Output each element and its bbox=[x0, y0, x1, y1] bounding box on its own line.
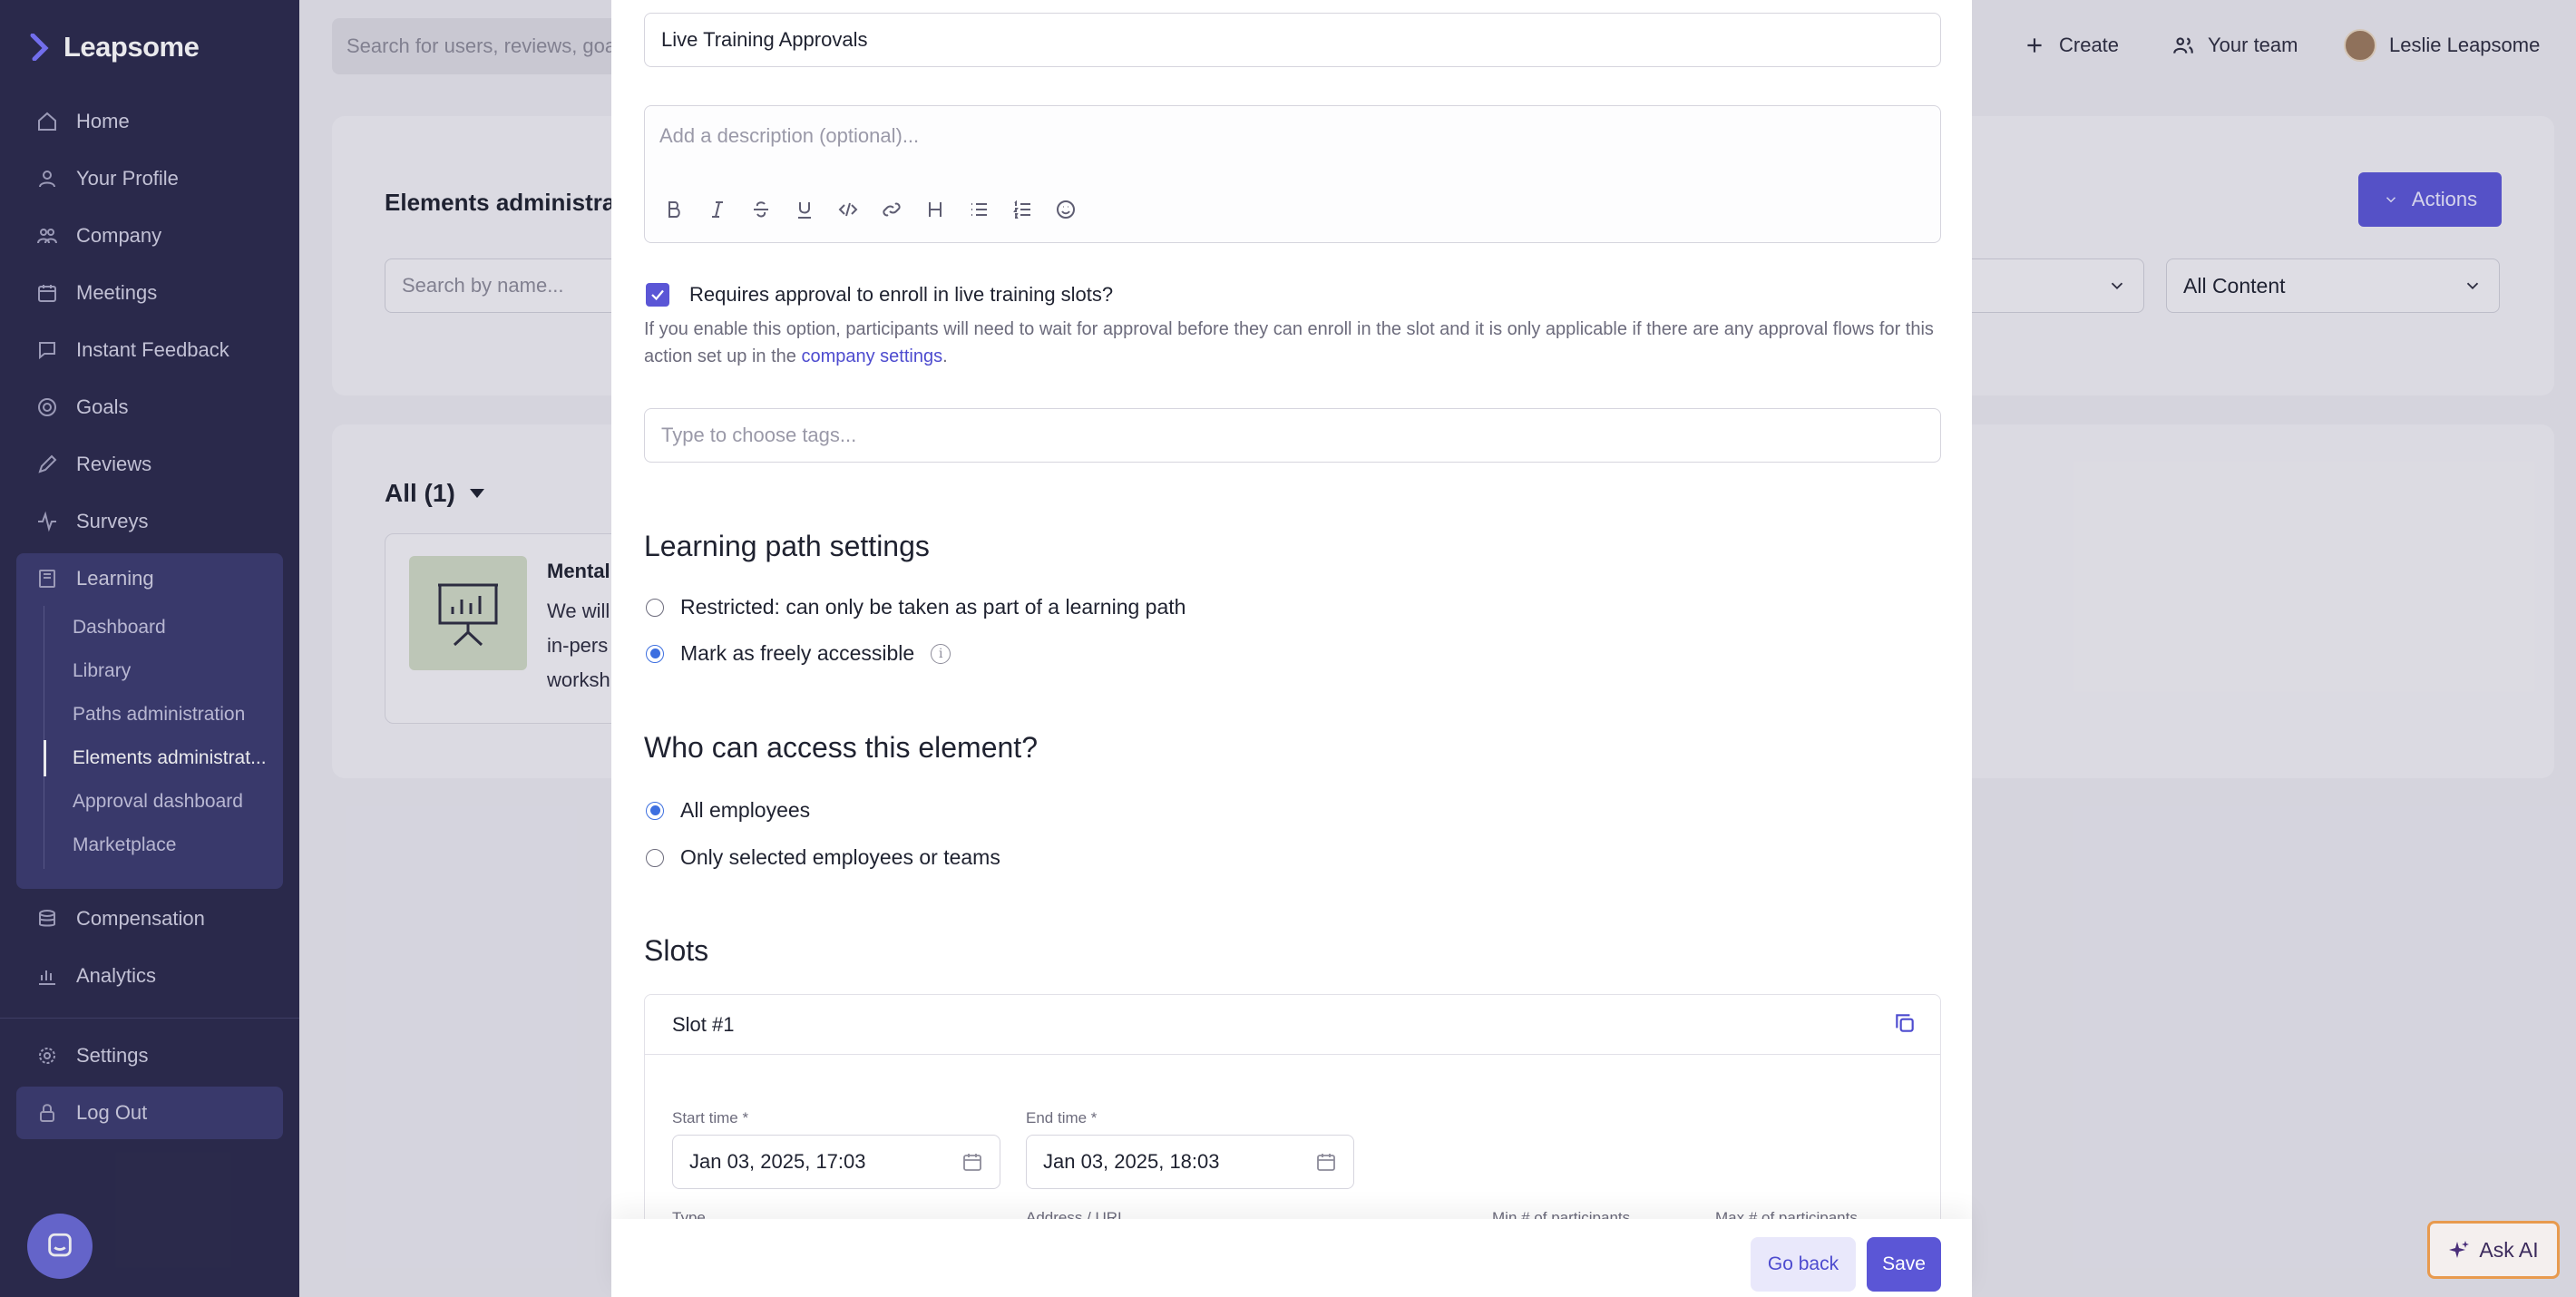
code-button[interactable] bbox=[832, 193, 864, 226]
start-time-value: Jan 03, 2025, 17:03 bbox=[689, 1150, 866, 1173]
access-selected-label: Only selected employees or teams bbox=[680, 845, 1000, 869]
emoji-icon bbox=[1057, 200, 1075, 219]
company-settings-link[interactable]: company settings bbox=[801, 346, 942, 366]
element-editor-modal: Live Training Approvals Add a descriptio… bbox=[611, 0, 1972, 1297]
bold-button[interactable] bbox=[658, 193, 690, 226]
link-button[interactable] bbox=[875, 193, 908, 226]
ask-ai-button[interactable]: Ask AI bbox=[2427, 1221, 2560, 1279]
heading-icon bbox=[929, 202, 942, 217]
requires-approval-label: Requires approval to enroll in live trai… bbox=[689, 283, 1114, 306]
lp-free-label: Mark as freely accessible bbox=[680, 641, 915, 665]
approval-help-text: If you enable this option, participants … bbox=[644, 316, 1950, 370]
italic-icon bbox=[712, 201, 723, 218]
code-icon bbox=[838, 202, 858, 217]
save-button[interactable]: Save bbox=[1867, 1237, 1941, 1292]
end-time-input[interactable]: Jan 03, 2025, 18:03 bbox=[1026, 1135, 1354, 1189]
access-selected-radio[interactable] bbox=[646, 848, 664, 867]
strikethrough-button[interactable] bbox=[745, 193, 777, 226]
bullet-list-icon bbox=[971, 203, 987, 216]
bullet-list-button[interactable] bbox=[962, 193, 995, 226]
copy-icon bbox=[1896, 1014, 1914, 1032]
description-editor[interactable]: Add a description (optional)... bbox=[644, 105, 1941, 243]
slot-title: Slot #1 bbox=[672, 1013, 735, 1036]
requires-approval-checkbox[interactable] bbox=[646, 283, 669, 307]
numbered-list-icon bbox=[1013, 200, 1030, 219]
help-text-part: . bbox=[942, 346, 948, 366]
access-selected-option[interactable]: Only selected employees or teams bbox=[646, 845, 1000, 870]
calendar-icon[interactable] bbox=[961, 1151, 983, 1173]
access-all-option[interactable]: All employees bbox=[646, 798, 810, 823]
lp-free-radio[interactable] bbox=[646, 644, 664, 663]
lp-restricted-option[interactable]: Restricted: can only be taken as part of… bbox=[646, 595, 1186, 619]
italic-button[interactable] bbox=[701, 193, 734, 226]
end-time-value: Jan 03, 2025, 18:03 bbox=[1043, 1150, 1220, 1173]
heading-button[interactable] bbox=[919, 193, 951, 226]
underline-button[interactable] bbox=[788, 193, 821, 226]
ask-ai-label: Ask AI bbox=[2479, 1237, 2539, 1262]
access-heading: Who can access this element? bbox=[644, 731, 1038, 764]
strikethrough-icon bbox=[754, 201, 768, 218]
underline-icon bbox=[798, 202, 811, 219]
access-all-radio[interactable] bbox=[646, 801, 664, 820]
learning-path-heading: Learning path settings bbox=[644, 530, 930, 562]
lp-restricted-radio[interactable] bbox=[646, 598, 664, 617]
description-placeholder: Add a description (optional)... bbox=[659, 124, 920, 147]
sparkle-icon bbox=[2449, 1241, 2470, 1258]
slot-header: Slot #1 bbox=[645, 995, 1940, 1055]
calendar-icon[interactable] bbox=[1315, 1151, 1337, 1173]
lp-free-option[interactable]: Mark as freely accessible i bbox=[646, 641, 951, 666]
start-time-label: Start time * bbox=[672, 1109, 749, 1126]
emoji-button[interactable] bbox=[1049, 193, 1082, 226]
duplicate-slot-button[interactable] bbox=[1893, 1011, 1917, 1039]
numbered-list-button[interactable] bbox=[1006, 193, 1039, 226]
access-all-label: All employees bbox=[680, 798, 811, 822]
link-icon bbox=[883, 202, 901, 217]
slots-heading: Slots bbox=[644, 934, 709, 967]
go-back-button[interactable]: Go back bbox=[1751, 1237, 1856, 1292]
lp-restricted-label: Restricted: can only be taken as part of… bbox=[680, 595, 1186, 619]
title-input[interactable]: Live Training Approvals bbox=[644, 13, 1941, 67]
modal-footer: Go back Save bbox=[611, 1219, 1972, 1297]
bold-icon bbox=[668, 201, 680, 218]
end-time-label: End time * bbox=[1026, 1109, 1098, 1126]
tags-input[interactable]: Type to choose tags... bbox=[644, 408, 1941, 463]
start-time-input[interactable]: Jan 03, 2025, 17:03 bbox=[672, 1135, 1000, 1189]
checkmark-icon bbox=[651, 289, 664, 301]
info-icon[interactable]: i bbox=[931, 643, 951, 664]
format-toolbar bbox=[658, 193, 1082, 226]
